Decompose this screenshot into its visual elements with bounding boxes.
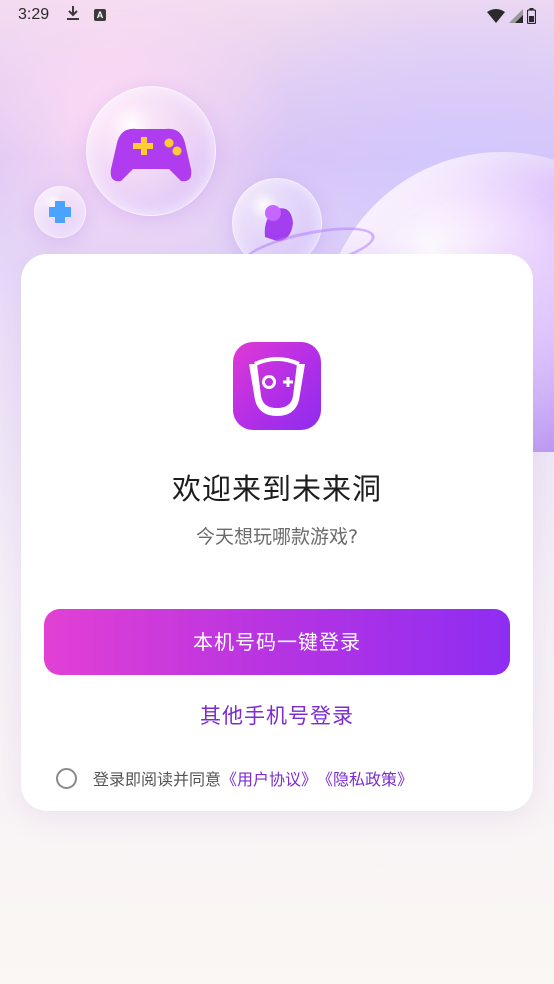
status-bar: 3:29 A — [0, 0, 554, 32]
welcome-subtitle: 今天想玩哪款游戏? — [195, 526, 359, 548]
gamepad-bubble — [86, 86, 216, 216]
user-agreement-link[interactable]: 《用户协议》 — [221, 766, 317, 790]
download-icon — [66, 5, 80, 25]
agreement-checkbox[interactable] — [56, 767, 77, 789]
status-indicators — [487, 7, 536, 25]
plus-icon — [49, 201, 71, 223]
privacy-policy-link[interactable]: 《隐私政策》 — [317, 766, 413, 790]
wifi-icon — [487, 9, 505, 23]
other-phone-login-link[interactable]: 其他手机号登录 — [21, 700, 533, 730]
text-badge-icon: A — [94, 9, 106, 21]
status-time: 3:29 — [18, 6, 50, 23]
plus-bubble — [34, 186, 86, 238]
welcome-title: 欢迎来到未来洞 — [171, 472, 382, 506]
agreement-text: 登录即阅读并同意 — [93, 770, 222, 789]
battery-icon — [527, 8, 536, 24]
one-click-login-button[interactable]: 本机号码一键登录 — [44, 609, 510, 675]
gamepad-icon — [110, 128, 192, 182]
agreement-row: 登录即阅读并同意 《用户协议》 《隐私政策》 — [56, 765, 413, 791]
gamepad-logo-icon — [249, 357, 305, 416]
app-logo — [233, 342, 321, 430]
signal-icon — [509, 9, 523, 23]
login-card: 欢迎来到未来洞 今天想玩哪款游戏? 本机号码一键登录 其他手机号登录 登录即阅读… — [21, 254, 533, 811]
